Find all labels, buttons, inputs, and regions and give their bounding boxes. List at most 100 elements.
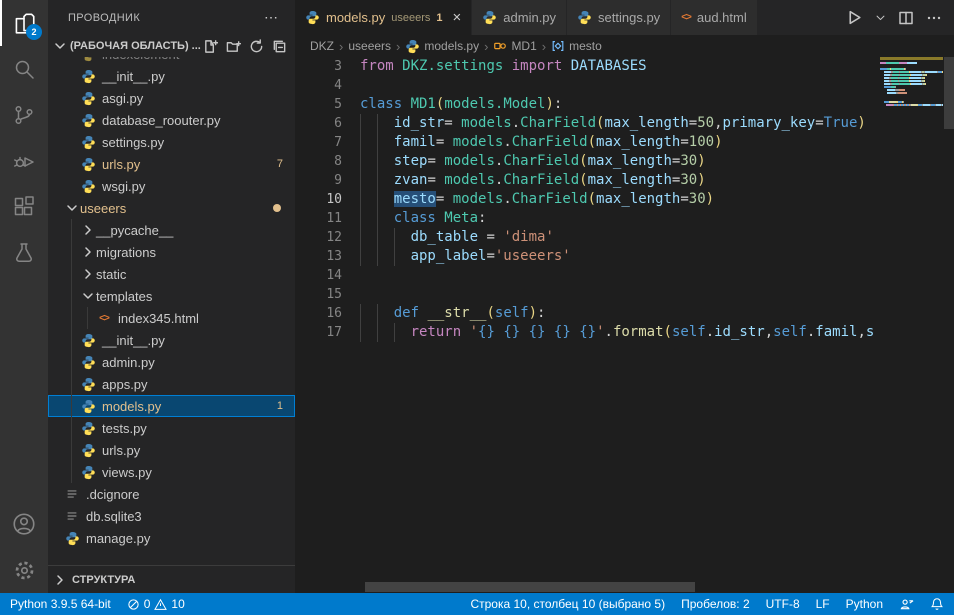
workspace-section-header[interactable]: (РАБОЧАЯ ОБЛАСТЬ) ... <box>48 35 295 57</box>
more-actions-icon[interactable] <box>926 10 942 26</box>
code-editor[interactable]: 3from DKZ.settings import DATABASES45cla… <box>295 57 880 579</box>
tree-item-dcignore[interactable]: .dcignore <box>48 483 295 505</box>
activity-extensions[interactable] <box>0 184 48 230</box>
refresh-icon[interactable] <box>249 39 264 54</box>
tab-models-py[interactable]: models.pyuseeers1× <box>295 0 472 35</box>
tree-item-pycache[interactable]: __pycache__ <box>48 219 295 241</box>
status-python-version[interactable]: Python 3.9.5 64-bit <box>10 597 111 611</box>
code-line-15[interactable]: 15 <box>295 285 880 304</box>
code-line-10[interactable]: 10 mesto= models.CharField(max_length=30… <box>295 190 880 209</box>
tree-item-templates[interactable]: templates <box>48 285 295 307</box>
tree-item-label: asgi.py <box>102 91 143 106</box>
tree-item-static[interactable]: static <box>48 263 295 285</box>
code-line-13[interactable]: 13 app_label='useeers' <box>295 247 880 266</box>
code-line-9[interactable]: 9 zvan= models.CharField(max_length=30) <box>295 171 880 190</box>
tree-item-manage-py[interactable]: manage.py <box>48 527 295 549</box>
code-line-3[interactable]: 3from DKZ.settings import DATABASES <box>295 57 880 76</box>
python-icon <box>81 421 96 436</box>
status-indentation[interactable]: Пробелов: 2 <box>681 597 750 611</box>
tree-item-database-roouter-py[interactable]: database_roouter.py <box>48 109 295 131</box>
code-line-5[interactable]: 5class MD1(models.Model): <box>295 95 880 114</box>
vertical-scrollbar[interactable] <box>944 57 954 129</box>
close-icon[interactable]: × <box>453 10 462 25</box>
tree-item-settings-py[interactable]: settings.py <box>48 131 295 153</box>
new-folder-icon[interactable] <box>226 39 241 54</box>
breadcrumb-md1[interactable]: MD1 <box>493 39 536 53</box>
tree-item-migrations[interactable]: migrations <box>48 241 295 263</box>
code-line-12[interactable]: 12 db_table = 'dima' <box>295 228 880 247</box>
tree-item-tests-py[interactable]: tests.py <box>48 417 295 439</box>
tab-label: admin.py <box>503 10 556 25</box>
code-line-17[interactable]: 17 return '{} {} {} {} {}'.format(self.i… <box>295 323 880 342</box>
code-token: : <box>554 96 562 112</box>
explorer-more-actions-icon[interactable]: ⋯ <box>264 9 279 26</box>
status-bar: Python 3.9.5 64-bit 010 Строка 10, столбе… <box>0 593 954 615</box>
status-feedback[interactable] <box>899 597 914 612</box>
code-line-8[interactable]: 8 step= models.CharField(max_length=30) <box>295 152 880 171</box>
breadcrumb-models-py[interactable]: models.py <box>405 39 479 54</box>
line-content: class Meta: <box>360 209 486 228</box>
activity-explorer[interactable]: 2 <box>0 0 48 46</box>
tree-item-urls-py[interactable]: urls.py7 <box>48 153 295 175</box>
activity-run-debug[interactable] <box>0 138 48 184</box>
outline-section-header[interactable]: СТРУКТУРА <box>48 565 295 593</box>
code-line-6[interactable]: 6 id_str= models.CharField(max_length=50… <box>295 114 880 133</box>
code-token: CharField <box>512 191 588 207</box>
collapse-all-icon[interactable] <box>272 39 287 54</box>
code-token <box>545 324 553 340</box>
run-icon[interactable] <box>846 9 863 26</box>
tree-item-models-py[interactable]: models.py1 <box>48 395 295 417</box>
code-line-16[interactable]: 16 def __str__(self): <box>295 304 880 323</box>
activity-settings[interactable] <box>0 547 48 593</box>
code-token: max_length <box>596 191 680 207</box>
indent-guide <box>360 152 361 171</box>
activity-search[interactable] <box>0 46 48 92</box>
new-file-icon[interactable] <box>203 39 218 54</box>
split-editor-icon[interactable] <box>898 10 914 26</box>
chevron-down-icon[interactable] <box>52 38 68 54</box>
code-token: from <box>360 58 402 74</box>
tree-item-wsgi-py[interactable]: wsgi.py <box>48 175 295 197</box>
tree-item-init-py[interactable]: __init__.py <box>48 329 295 351</box>
breadcrumb-useeers[interactable]: useeers <box>348 39 391 53</box>
status-notifications[interactable] <box>930 597 944 611</box>
horizontal-scrollbar[interactable] <box>365 582 695 592</box>
tree-item-useeers[interactable]: useeers <box>48 197 295 219</box>
tree-item-asgi-py[interactable]: asgi.py <box>48 87 295 109</box>
tree-item-views-py[interactable]: views.py <box>48 461 295 483</box>
code-token: __str__ <box>427 305 486 321</box>
activity-testing[interactable] <box>0 230 48 276</box>
tree-item-apps-py[interactable]: apps.py <box>48 373 295 395</box>
status-language-mode[interactable]: Python <box>846 597 883 611</box>
run-dropdown-icon[interactable] <box>875 12 886 23</box>
code-line-4[interactable]: 4 <box>295 76 880 95</box>
activity-source-control[interactable] <box>0 92 48 138</box>
status-cursor-position[interactable]: Строка 10, столбец 10 (выбрано 5) <box>470 597 665 611</box>
line-content: from DKZ.settings import DATABASES <box>360 57 647 76</box>
minimap[interactable] <box>880 57 943 107</box>
python-icon <box>81 355 96 370</box>
tree-item-admin-py[interactable]: admin.py <box>48 351 295 373</box>
status-label: Строка 10, столбец 10 (выбрано 5) <box>470 597 665 611</box>
tree-item-db-sqlite3[interactable]: db.sqlite3 <box>48 505 295 527</box>
code-line-7[interactable]: 7 famil= models.CharField(max_length=100… <box>295 133 880 152</box>
tree-item-indexelement[interactable]: indexelement <box>48 57 295 65</box>
status-encoding[interactable]: UTF-8 <box>766 597 800 611</box>
tree-item-urls-py[interactable]: urls.py <box>48 439 295 461</box>
tab-aud-html[interactable]: <>aud.html <box>671 0 758 35</box>
activity-account[interactable] <box>0 501 48 547</box>
minimap-highlight <box>880 57 943 60</box>
code-line-14[interactable]: 14 <box>295 266 880 285</box>
status-eol[interactable]: LF <box>816 597 830 611</box>
code-line-11[interactable]: 11 class Meta: <box>295 209 880 228</box>
tab-settings-py[interactable]: settings.py <box>567 0 671 35</box>
tree-item-index345-html[interactable]: <>index345.html <box>48 307 295 329</box>
indent-guide <box>360 228 361 247</box>
code-token: 100 <box>689 134 714 150</box>
breadcrumb-mesto[interactable]: mesto <box>551 39 602 53</box>
tab-admin-py[interactable]: admin.py <box>472 0 567 35</box>
tree-item-init-py[interactable]: __init__.py <box>48 65 295 87</box>
python-icon <box>577 10 592 25</box>
breadcrumb-dkz[interactable]: DKZ <box>310 39 334 53</box>
status-problems[interactable]: 010 <box>127 597 185 611</box>
